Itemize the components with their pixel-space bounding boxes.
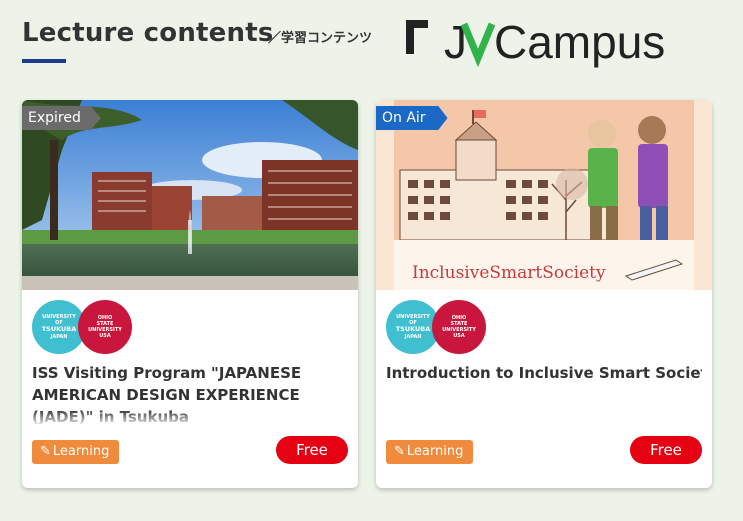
lecture-title[interactable]: Introduction to Inclusive Smart Society … (386, 362, 702, 384)
tag-label: Learning (406, 444, 464, 459)
logo-text: USA (99, 333, 111, 339)
image-caption: InclusiveSmartSociety (412, 263, 606, 283)
section-title: Lecture contents (22, 18, 274, 48)
lecture-card[interactable]: Expired UNIVERSITY OF TSUKUBA JAPAN OHIO… (22, 100, 358, 488)
section-subtitle: ／学習コンテンツ (268, 31, 373, 46)
lecture-card[interactable]: InclusiveSmartSociety On Air UNIVERSITY … (376, 100, 712, 488)
status-badge: On Air (376, 106, 448, 130)
ohio-state-logo: OHIO STATE UNIVERSITY USA (78, 300, 132, 354)
lecture-title[interactable]: ISS Visiting Program "JAPANESE AMERICAN … (32, 362, 332, 424)
logo-text: JAPAN (50, 333, 68, 340)
tag-label: Learning (52, 444, 110, 459)
brand-logo[interactable]: J Campus (406, 14, 726, 74)
category-tag: ✎ Learning (32, 440, 120, 464)
category-tag: ✎ Learning (386, 440, 474, 464)
pencil-icon: ✎ (40, 444, 51, 459)
ohio-state-logo: OHIO STATE UNIVERSITY USA (432, 300, 486, 354)
svg-text:J: J (444, 16, 466, 68)
university-logos: UNIVERSITY OF TSUKUBA JAPAN OHIO STATE U… (32, 300, 142, 354)
svg-text:Campus: Campus (494, 16, 665, 68)
status-badge: Expired (22, 106, 101, 130)
logo-text: JAPAN (404, 333, 422, 340)
price-badge: Free (630, 436, 702, 464)
logo-text: USA (453, 333, 465, 339)
section-header: Lecture contents ／学習コンテンツ J Campus (22, 16, 722, 78)
logo-text: TSUKUBA (395, 325, 431, 334)
price-badge: Free (276, 436, 348, 464)
logo-text: TSUKUBA (41, 325, 77, 334)
university-logos: UNIVERSITY OF TSUKUBA JAPAN OHIO STATE U… (386, 300, 496, 354)
brand-wordmark: J Campus (444, 16, 665, 68)
pencil-icon: ✎ (394, 444, 405, 459)
title-underline (22, 59, 66, 63)
